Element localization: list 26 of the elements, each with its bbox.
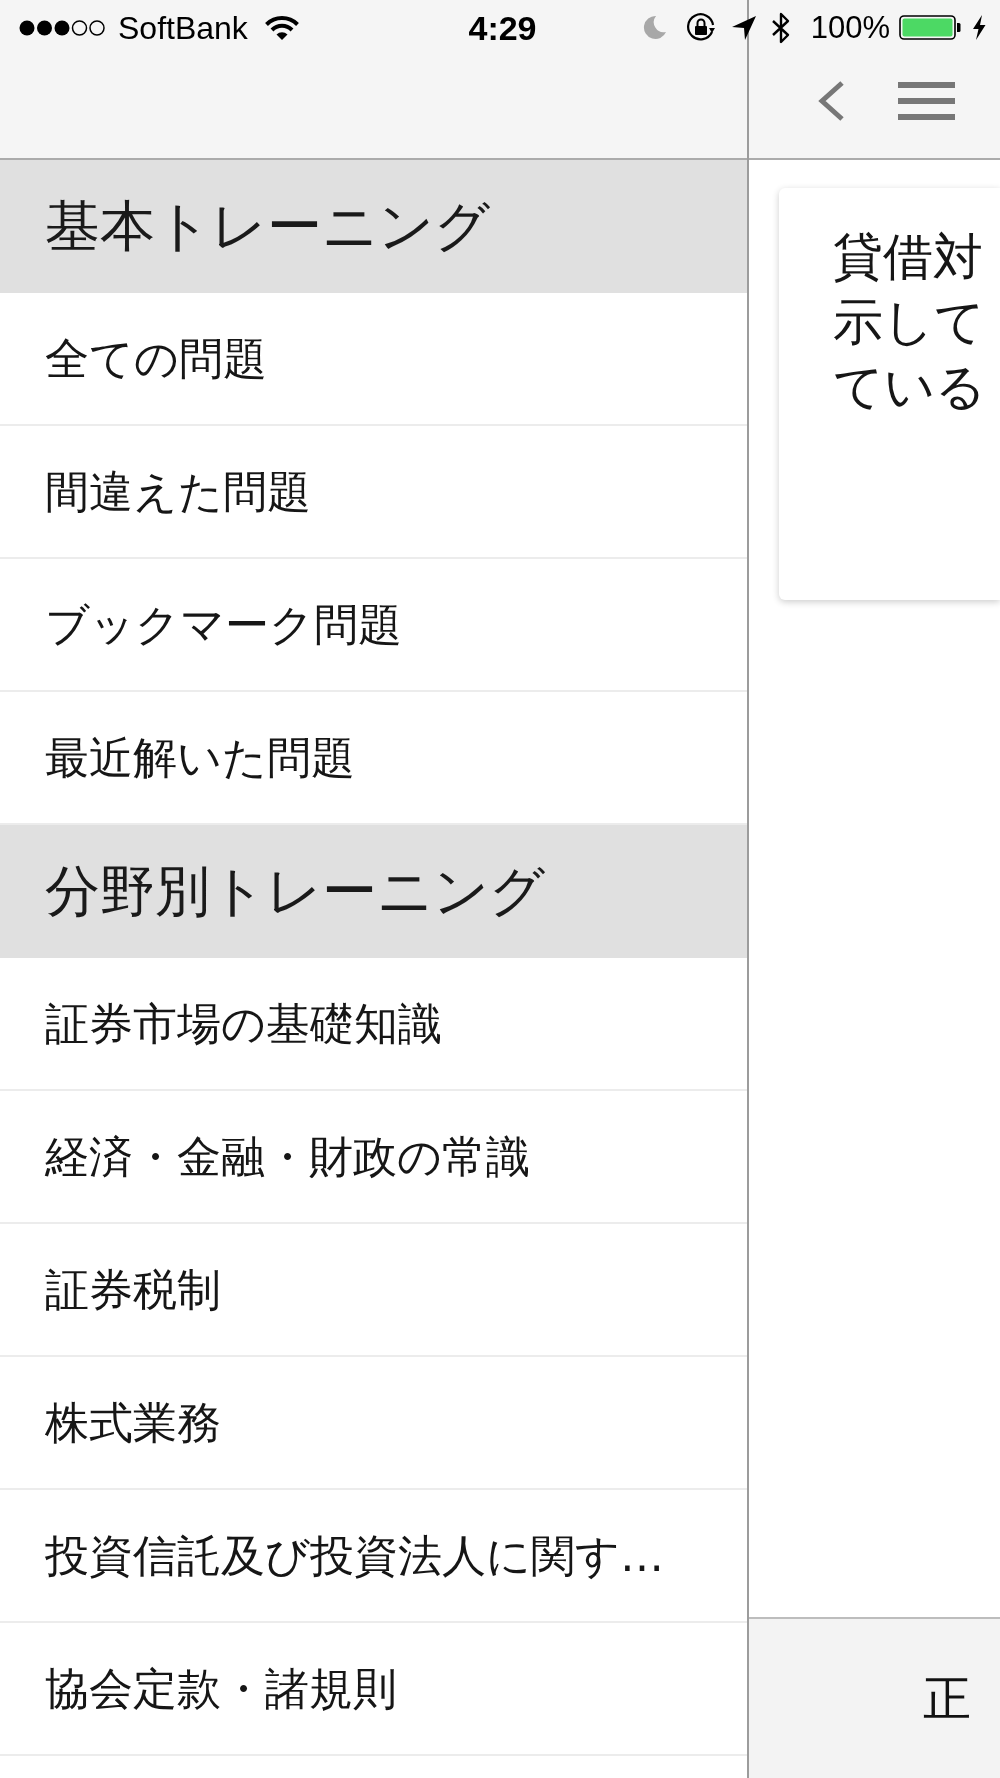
drawer-menu-item[interactable]: 協会定款・諸規則 [0, 1623, 747, 1756]
drawer-menu-item[interactable]: 全ての問題 [0, 293, 747, 426]
battery-icon [899, 15, 961, 40]
signal-dots-icon [18, 18, 106, 37]
question-text-line: 示して [833, 292, 985, 353]
back-icon[interactable] [816, 80, 846, 122]
drawer-menu-item[interactable]: 経済・金融・財政の常識 [0, 1091, 747, 1224]
drawer-menu-item[interactable]: 証券市場の基礎知識 [0, 958, 747, 1091]
battery-percent: 100% [810, 9, 890, 46]
question-text-line: 貸借対 [833, 227, 983, 288]
drawer-menu-item[interactable]: 証券税制 [0, 1224, 747, 1357]
drawer-section-header: 分野別トレーニング [0, 825, 747, 958]
drawer-menu-item[interactable]: 株式業務 [0, 1357, 747, 1490]
question-text-line: ている [833, 357, 986, 418]
drawer-menu-item[interactable]: 間違えた問題 [0, 426, 747, 559]
charging-bolt-icon [971, 15, 987, 40]
wifi-icon [263, 14, 300, 41]
carrier-name: SoftBank [118, 9, 248, 46]
status-time: 4:29 [468, 8, 537, 47]
drawer-menu-item[interactable]: ブックマーク問題 [0, 559, 747, 692]
drawer-menu-item[interactable]: 投資信託及び投資法人に関す… [0, 1490, 747, 1623]
moon-icon [641, 15, 667, 40]
answer-button[interactable]: 正 [749, 1617, 1000, 1778]
drawer-section-header: 基本トレーニング [0, 160, 747, 293]
menu-icon[interactable] [898, 82, 955, 120]
location-arrow-icon [730, 14, 757, 41]
